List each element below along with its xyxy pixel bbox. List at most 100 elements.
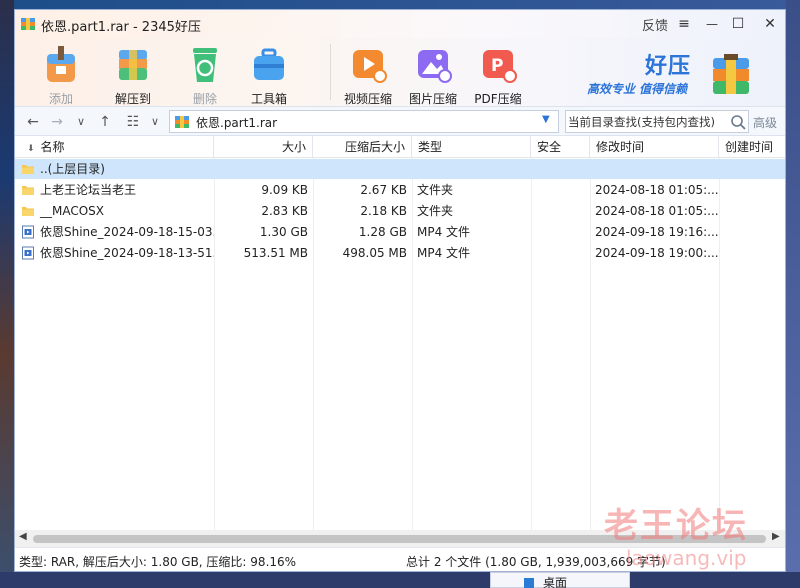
list-header: ⬇ 名称 大小 压缩后大小 类型 安全 修改时间 创建时间 bbox=[15, 136, 785, 158]
pdf-compress-button[interactable]: P PDF压缩 bbox=[466, 38, 530, 106]
cell-modified: 2024-08-18 01:05:... bbox=[595, 183, 719, 197]
column-header-size[interactable]: 大小 bbox=[214, 136, 313, 158]
cell-packed-size: 498.05 MB bbox=[342, 246, 407, 260]
watermark: 老王论坛 laowang.vip bbox=[602, 498, 772, 578]
add-label: 添加 bbox=[48, 92, 73, 106]
sort-descending-icon: ⬇ bbox=[27, 144, 35, 154]
cell-security bbox=[531, 159, 590, 179]
archive-window: 依恩.part1.rar - 2345好压 反馈 ≡ — ☐ ✕ 添加 解压到 bbox=[14, 9, 786, 572]
column-header-created[interactable]: 创建时间 bbox=[719, 136, 785, 158]
advanced-search-button[interactable]: 高级 bbox=[753, 114, 777, 131]
menu-button[interactable]: ≡ bbox=[673, 14, 695, 34]
cell-type bbox=[412, 159, 531, 179]
title-bar[interactable]: 依恩.part1.rar - 2345好压 反馈 ≡ — ☐ ✕ bbox=[15, 10, 785, 38]
image-compress-icon bbox=[418, 50, 452, 83]
desktop-left-strip bbox=[0, 0, 14, 588]
toolbox-button[interactable]: 工具箱 bbox=[237, 38, 301, 106]
search-input[interactable] bbox=[568, 112, 726, 131]
view-mode-button[interactable]: ☷ bbox=[123, 112, 143, 132]
search-icon[interactable] bbox=[730, 114, 746, 130]
watermark-url: laowang.vip bbox=[626, 546, 747, 570]
video-compress-icon bbox=[353, 50, 387, 83]
up-level-button[interactable]: ↑ bbox=[95, 112, 115, 132]
cell-packed-size bbox=[313, 159, 412, 179]
desktop-right-strip bbox=[786, 0, 800, 588]
cell-type: 文件夹 bbox=[417, 204, 454, 218]
extract-to-label: 解压到 bbox=[114, 92, 151, 106]
column-header-security[interactable]: 安全 bbox=[531, 136, 590, 158]
cell-packed-size: 1.28 GB bbox=[358, 225, 407, 239]
cell-security bbox=[531, 222, 590, 242]
video-file-icon bbox=[22, 225, 34, 239]
navigation-bar: ← → ∨ ↑ ☷ ∨ 依恩.part1.rar ▼ 高级 bbox=[15, 106, 785, 136]
brand-slogan: 高效专业 值得信赖 bbox=[587, 82, 688, 96]
column-header-packed-size[interactable]: 压缩后大小 bbox=[313, 136, 412, 158]
video-compress-button[interactable]: 视频压缩 bbox=[336, 38, 400, 106]
cell-name: __MACOSX bbox=[40, 204, 105, 218]
desktop-folder-icon bbox=[524, 578, 534, 588]
cell-type: MP4 文件 bbox=[417, 225, 471, 239]
video-compress-label: 视频压缩 bbox=[343, 92, 392, 106]
close-button[interactable]: ✕ bbox=[759, 14, 781, 34]
cell-size bbox=[214, 159, 313, 179]
watermark-title: 老王论坛 bbox=[604, 506, 748, 546]
cell-type: 文件夹 bbox=[417, 183, 454, 197]
maximize-button[interactable]: ☐ bbox=[727, 14, 749, 34]
cell-size: 1.30 GB bbox=[259, 225, 308, 239]
cell-modified: 2024-09-18 19:00:... bbox=[595, 246, 719, 260]
recycle-delete-icon bbox=[193, 48, 217, 82]
delete-label: 删除 bbox=[192, 92, 217, 106]
brand-name: 好压 bbox=[645, 54, 692, 79]
column-header-type[interactable]: 类型 bbox=[412, 136, 531, 158]
scroll-left-icon[interactable]: ◀ bbox=[19, 531, 27, 542]
folder-icon bbox=[22, 186, 34, 195]
cell-type: MP4 文件 bbox=[417, 246, 471, 260]
cell-name: 上老王论坛当老王 bbox=[40, 183, 137, 197]
toolbox-icon bbox=[254, 48, 284, 80]
cell-modified: 2024-08-18 01:05:... bbox=[595, 204, 719, 218]
table-row[interactable]: __MACOSX 2.83 KB 2.18 KB 文件夹 2024-08-18 01:0… bbox=[15, 201, 785, 221]
cell-packed-size: 2.67 KB bbox=[360, 183, 407, 197]
path-field[interactable]: 依恩.part1.rar ▼ bbox=[169, 110, 559, 133]
path-dropdown-icon[interactable]: ▼ bbox=[542, 114, 550, 125]
column-header-name[interactable]: ⬇ 名称 bbox=[15, 136, 214, 158]
history-dropdown-button[interactable]: ∨ bbox=[71, 112, 91, 132]
file-list: ⬇ 名称 大小 压缩后大小 类型 安全 修改时间 创建时间 ..(上层目录) 上老王… bbox=[15, 136, 785, 547]
image-compress-button[interactable]: 图片压缩 bbox=[401, 38, 465, 106]
pdf-compress-label: PDF压缩 bbox=[474, 92, 522, 106]
forward-button[interactable]: → bbox=[47, 112, 67, 132]
video-file-icon bbox=[22, 246, 34, 260]
window-title: 依恩.part1.rar - 2345好压 bbox=[41, 20, 201, 35]
table-row[interactable]: 依恩Shine_2024-09-18-15-03... 1.30 GB 1.28 G… bbox=[15, 222, 785, 242]
feedback-link[interactable]: 反馈 bbox=[642, 15, 668, 34]
brand-banner: 好压 高效专业 值得信赖 bbox=[581, 50, 781, 100]
scroll-right-icon[interactable]: ▶ bbox=[772, 531, 780, 542]
view-mode-dropdown[interactable]: ∨ bbox=[145, 112, 165, 132]
add-button[interactable]: 添加 bbox=[29, 38, 93, 106]
delete-button[interactable]: 删除 bbox=[173, 38, 237, 106]
cell-security bbox=[531, 180, 590, 200]
main-toolbar: 添加 解压到 删除 工具箱 视频压缩 图片压缩 P PDF压缩 好压 高效专业 … bbox=[15, 38, 785, 106]
desktop-tooltip-label: 桌面 bbox=[543, 576, 568, 588]
archive-info: 类型: RAR, 解压后大小: 1.80 GB, 压缩比: 98.16% bbox=[19, 555, 297, 569]
table-row[interactable]: 上老王论坛当老王 9.09 KB 2.67 KB 文件夹 2024-08-18 01:0… bbox=[15, 180, 785, 200]
cell-size: 513.51 MB bbox=[243, 246, 308, 260]
cell-created bbox=[719, 243, 785, 263]
folder-icon bbox=[22, 165, 34, 174]
minimize-button[interactable]: — bbox=[701, 14, 723, 34]
cell-security bbox=[531, 201, 590, 221]
add-archive-icon bbox=[47, 46, 75, 82]
app-logo-icon bbox=[21, 18, 35, 30]
extract-to-button[interactable]: 解压到 bbox=[101, 38, 165, 106]
cell-modified bbox=[590, 159, 719, 179]
back-button[interactable]: ← bbox=[23, 112, 43, 132]
table-row[interactable]: 依恩Shine_2024-09-18-13-51... 513.51 MB 498.… bbox=[15, 243, 785, 263]
cell-name: ..(上层目录) bbox=[40, 162, 105, 176]
column-header-modified[interactable]: 修改时间 bbox=[590, 136, 719, 158]
svg-text:P: P bbox=[491, 56, 503, 76]
table-row[interactable]: ..(上层目录) bbox=[15, 159, 785, 179]
cell-created bbox=[719, 222, 785, 242]
search-box[interactable] bbox=[565, 110, 749, 133]
cell-created bbox=[719, 180, 785, 200]
path-text: 依恩.part1.rar bbox=[196, 116, 278, 130]
